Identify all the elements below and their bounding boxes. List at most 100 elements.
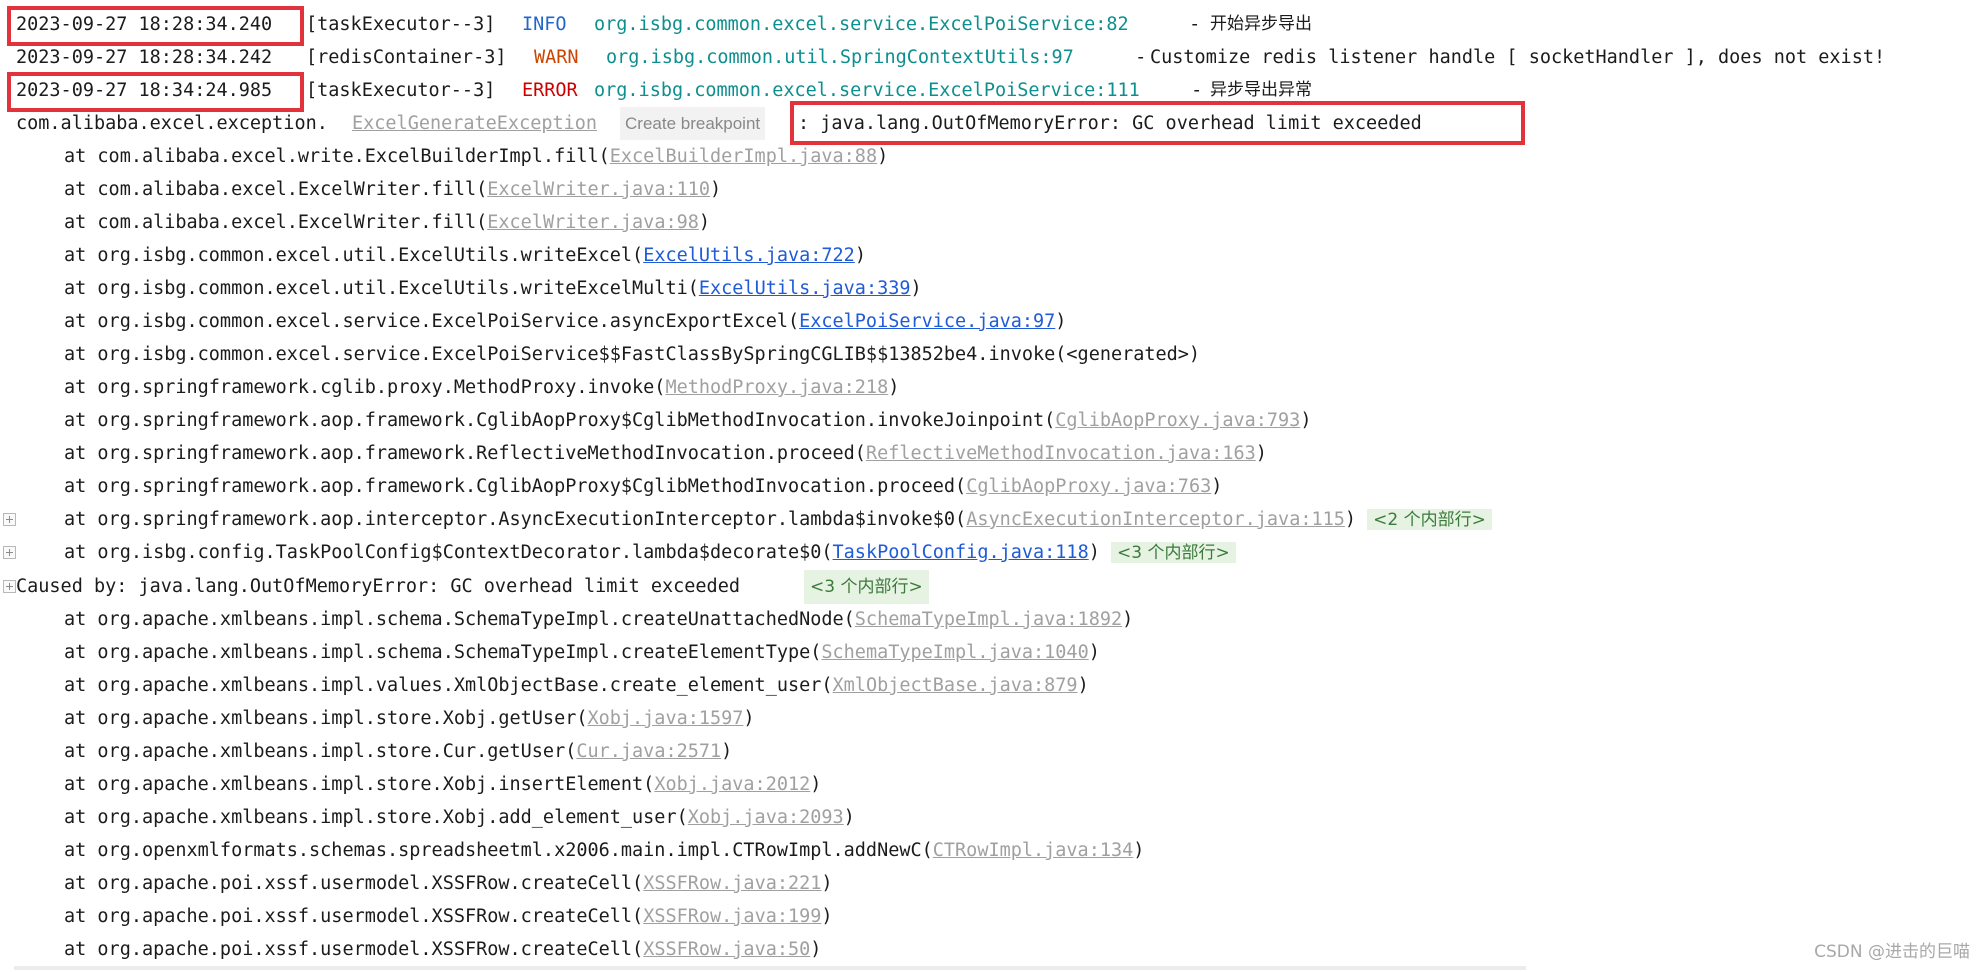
log-logger-2: org.isbg.common.util.SpringContextUtils:…: [606, 47, 1074, 68]
stack-frame-method: at org.apache.poi.xssf.usermodel.XSSFRow…: [64, 939, 644, 960]
caused-by-line: Caused by: java.lang.OutOfMemoryError: G…: [0, 570, 929, 604]
create-breakpoint-button[interactable]: Create breakpoint: [620, 107, 766, 140]
horizontal-scrollbar[interactable]: [14, 966, 1526, 970]
close-paren: ): [1255, 443, 1267, 464]
close-paren: ): [843, 807, 855, 828]
expand-icon[interactable]: [3, 546, 16, 559]
exception-prefix: com.alibaba.excel.exception.: [16, 113, 328, 134]
log-timestamp-2: 2023-09-27 18:28:34.242: [16, 47, 273, 68]
stack-frame-method: at org.apache.poi.xssf.usermodel.XSSFRow…: [64, 906, 644, 927]
stack-frame-method: at com.alibaba.excel.write.ExcelBuilderI…: [64, 146, 610, 167]
expand-icon[interactable]: [3, 513, 16, 526]
log-sep-1: -: [1178, 14, 1212, 35]
close-paren: ): [1122, 609, 1134, 630]
source-link[interactable]: AsyncExecutionInterceptor.java:115: [966, 509, 1345, 530]
expand-icon[interactable]: [3, 580, 16, 593]
source-link[interactable]: ExcelUtils.java:339: [699, 278, 911, 299]
close-paren: ): [1088, 642, 1100, 663]
stack-frame-method: at org.apache.xmlbeans.impl.store.Xobj.g…: [64, 708, 588, 729]
close-paren: ): [1211, 476, 1223, 497]
log-message-1: 开始异步导出: [1210, 14, 1312, 34]
source-link[interactable]: ExcelUtils.java:722: [643, 245, 855, 266]
log-line-3: 2023-09-27 18:34:24.985 [taskExecutor--3…: [0, 74, 1312, 107]
folded-lines-label: <3 个内部行>: [1117, 543, 1230, 563]
source-link[interactable]: XSSFRow.java:199: [643, 906, 821, 927]
log-line-2: 2023-09-27 18:28:34.242 [redisContainer-…: [0, 41, 1885, 74]
log-level-1: INFO: [522, 14, 567, 35]
stack-frame-method: at org.springframework.cglib.proxy.Metho…: [64, 377, 666, 398]
stack-frame-method: at org.isbg.common.excel.util.ExcelUtils…: [64, 278, 699, 299]
close-paren: ): [710, 179, 722, 200]
log-level-2: WARN: [534, 47, 579, 68]
close-paren: ): [1055, 311, 1067, 332]
folded-lines-badge[interactable]: <2 个内部行>: [1367, 509, 1492, 530]
stack-frame-method: at org.apache.xmlbeans.impl.values.XmlOb…: [64, 675, 833, 696]
stack-frame-method: at org.apache.xmlbeans.impl.schema.Schem…: [64, 609, 855, 630]
log-message-2: Customize redis listener handle [ socket…: [1150, 47, 1886, 68]
close-paren: ): [821, 906, 833, 927]
log-timestamp-1: 2023-09-27 18:28:34.240: [16, 14, 273, 35]
stack-frame-method: at org.isbg.common.excel.service.ExcelPo…: [64, 311, 800, 332]
source-link[interactable]: XSSFRow.java:50: [643, 939, 810, 960]
source-link[interactable]: Cur.java:2571: [576, 741, 721, 762]
stack-frame-method: at org.apache.xmlbeans.impl.store.Cur.ge…: [64, 741, 577, 762]
source-link[interactable]: CglibAopProxy.java:763: [966, 476, 1211, 497]
close-paren: ): [698, 212, 711, 233]
exception-message: : java.lang.OutOfMemoryError: GC overhea…: [798, 113, 1422, 134]
source-link[interactable]: TaskPoolConfig.java:118: [833, 542, 1089, 563]
source-link[interactable]: ExcelWriter.java:110: [487, 179, 710, 200]
source-link[interactable]: CglibAopProxy.java:793: [1055, 410, 1300, 431]
close-paren: ): [810, 939, 822, 960]
stack-frame-method: at org.apache.poi.xssf.usermodel.XSSFRow…: [64, 873, 644, 894]
stack-frame-method: at org.isbg.common.excel.util.ExcelUtils…: [64, 245, 644, 266]
close-paren: ): [854, 245, 866, 266]
exception-class-link[interactable]: ExcelGenerateException: [352, 107, 597, 140]
source-link[interactable]: SchemaTypeImpl.java:1892: [855, 609, 1122, 630]
close-paren: ): [877, 146, 889, 167]
stack-frame-method: at org.springframework.aop.interceptor.A…: [64, 509, 967, 530]
stack-frame-method: at org.openxmlformats.schemas.spreadshee…: [64, 840, 933, 861]
close-paren: ): [910, 278, 922, 299]
log-thread-1: [taskExecutor--3]: [306, 14, 496, 35]
source-link[interactable]: Xobj.java:2012: [654, 774, 810, 795]
source-link[interactable]: Xobj.java:1597: [587, 708, 743, 729]
log-thread-2: [redisContainer-3]: [306, 47, 507, 68]
stack-frame-method: at org.isbg.common.excel.service.ExcelPo…: [64, 344, 1201, 365]
caused-by-text: Caused by: java.lang.OutOfMemoryError: G…: [16, 576, 740, 597]
close-paren: ): [1088, 542, 1100, 563]
stack-frame-method: at org.springframework.aop.framework.Cgl…: [64, 476, 967, 497]
folded-lines-badge[interactable]: <3 个内部行>: [804, 570, 929, 604]
source-link[interactable]: SchemaTypeImpl.java:1040: [821, 642, 1088, 663]
source-link[interactable]: ReflectiveMethodInvocation.java:163: [866, 443, 1256, 464]
source-link[interactable]: ExcelPoiService.java:97: [799, 311, 1055, 332]
stack-frame-method: at org.springframework.aop.framework.Ref…: [64, 443, 866, 464]
folded-lines-badge[interactable]: <3 个内部行>: [1111, 542, 1236, 563]
source-link[interactable]: MethodProxy.java:218: [665, 377, 888, 398]
close-paren: ): [1344, 509, 1357, 530]
folded-lines-label: <2 个内部行>: [1373, 510, 1486, 530]
stack-frame-method: at org.apache.xmlbeans.impl.store.Xobj.i…: [64, 774, 655, 795]
source-link[interactable]: ExcelWriter.java:98: [487, 212, 699, 233]
stack-frame-method: at org.springframework.aop.framework.Cgl…: [64, 410, 1056, 431]
source-link[interactable]: CTRowImpl.java:134: [933, 840, 1133, 861]
watermark: CSDN @进击的巨喵: [1814, 942, 1970, 962]
log-thread-3: [taskExecutor--3]: [306, 80, 496, 101]
source-link[interactable]: XSSFRow.java:221: [643, 873, 821, 894]
log-timestamp-3: 2023-09-27 18:34:24.985: [16, 80, 273, 101]
console-output: 2023-09-27 18:28:34.240 [taskExecutor--3…: [0, 0, 1988, 972]
close-paren: ): [1077, 675, 1089, 696]
source-link[interactable]: XmlObjectBase.java:879: [833, 675, 1078, 696]
log-message-3: 异步导出异常: [1210, 80, 1312, 100]
log-sep-3: -: [1180, 80, 1214, 101]
close-paren: ): [721, 741, 733, 762]
close-paren: ): [888, 377, 900, 398]
source-link[interactable]: Xobj.java:2093: [688, 807, 844, 828]
source-link[interactable]: ExcelBuilderImpl.java:88: [610, 146, 877, 167]
stack-frame-method: at com.alibaba.excel.ExcelWriter.fill(: [64, 179, 488, 200]
log-logger-1: org.isbg.common.excel.service.ExcelPoiSe…: [594, 14, 1129, 35]
stack-frame-method: at com.alibaba.excel.ExcelWriter.fill(: [64, 212, 488, 233]
close-paren: ): [810, 774, 822, 795]
close-paren: ): [743, 708, 755, 729]
stack-frame-method: at org.apache.xmlbeans.impl.schema.Schem…: [64, 642, 822, 663]
